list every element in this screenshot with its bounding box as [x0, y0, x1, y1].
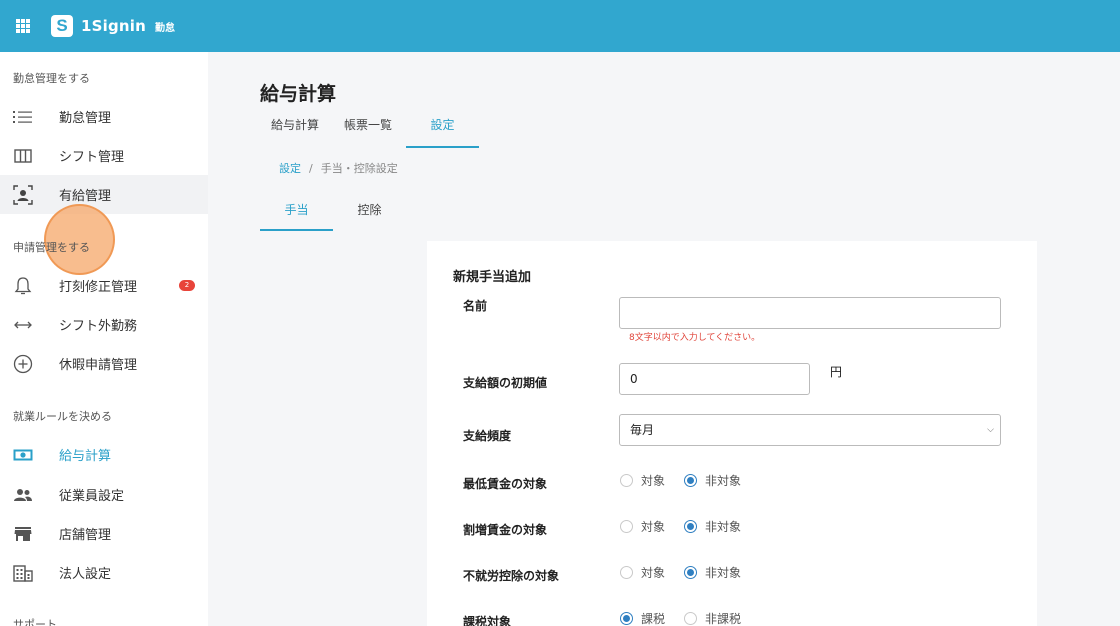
radio-circle — [620, 474, 633, 487]
top-bar: S 1Signin 勤怠 — [0, 0, 1120, 52]
name-label: 名前 — [463, 299, 488, 313]
premium-non-target-radio[interactable]: 非対象 — [684, 518, 741, 535]
sidebar-item-attendance[interactable]: 勤怠管理 — [0, 97, 208, 136]
sidebar-item-payroll[interactable]: 給与計算 — [0, 435, 208, 474]
store-icon — [12, 523, 34, 545]
absence-non-target-radio[interactable]: 非対象 — [684, 564, 741, 581]
sidebar-item-label: 休暇申請管理 — [59, 358, 138, 373]
premium-target-radio[interactable]: 対象 — [620, 518, 665, 535]
building-icon — [12, 562, 34, 584]
frequency-label: 支給頻度 — [463, 429, 512, 443]
radio-circle — [620, 612, 633, 625]
premium-wage-label: 割増賃金の対象 — [463, 523, 548, 537]
amount-label: 支給額の初期値 — [463, 376, 548, 390]
min-wage-target-radio[interactable]: 対象 — [620, 472, 665, 489]
radio-circle — [620, 566, 633, 579]
taxable-label: 課税対象 — [463, 615, 512, 626]
min-wage-non-target-radio[interactable]: 非対象 — [684, 472, 741, 489]
radio-circle — [684, 566, 697, 579]
radio-label: 対象 — [641, 474, 666, 488]
radio-label: 非対象 — [705, 474, 742, 488]
frequency-select-value: 毎月 — [630, 423, 655, 437]
page-title: 給与計算 — [260, 83, 337, 105]
breadcrumb: 設定 / 手当・控除設定 — [279, 160, 398, 176]
non-taxable-radio[interactable]: 非課税 — [684, 610, 741, 626]
grid-icon[interactable] — [16, 19, 30, 33]
name-error-text: 8文字以内で入力してください。 — [629, 333, 761, 343]
radio-circle — [684, 474, 697, 487]
sidebar-section-attendance: 勤怠管理をする — [13, 72, 90, 85]
app-subtitle: 勤怠 — [155, 22, 176, 34]
sidebar-item-label: 店舗管理 — [59, 528, 112, 543]
sidebar-item-company[interactable]: 法人設定 — [0, 553, 208, 592]
absence-deduction-label: 不就労控除の対象 — [463, 569, 560, 583]
form-title: 新規手当追加 — [453, 270, 532, 285]
sidebar-item-label: シフト外勤務 — [59, 319, 138, 334]
sidebar-item-label: 給与計算 — [59, 449, 112, 464]
sidebar-item-paid-leave-label-row: 有給管理 — [0, 175, 208, 214]
sidebar-item-punch-correction[interactable]: 打刻修正管理 2 — [0, 266, 208, 305]
radio-label: 課税 — [641, 612, 666, 626]
sidebar-item-employees[interactable]: 従業員設定 — [0, 475, 208, 514]
sidebar-item-label: 従業員設定 — [59, 489, 125, 504]
sidebar-item-label: 打刻修正管理 — [59, 280, 138, 295]
sidebar-item-stores[interactable]: 店舗管理 — [0, 514, 208, 553]
breadcrumb-settings-link[interactable]: 設定 — [279, 162, 301, 175]
logo-mark: S — [51, 15, 73, 37]
absence-target-radio[interactable]: 対象 — [620, 564, 665, 581]
radio-label: 対象 — [641, 566, 666, 580]
money-icon — [12, 444, 34, 466]
radio-circle — [684, 612, 697, 625]
left-right-arrow-icon — [12, 314, 34, 336]
radio-circle — [620, 520, 633, 533]
breadcrumb-separator: / — [309, 162, 313, 175]
amount-input[interactable] — [619, 363, 810, 395]
subtab-allowance[interactable]: 手当 — [260, 202, 333, 231]
tab-settings[interactable]: 設定 — [406, 114, 479, 148]
sidebar-item-label: 法人設定 — [59, 567, 112, 582]
sidebar-section-rules: 就業ルールを決める — [13, 410, 112, 423]
name-input[interactable] — [619, 297, 1001, 329]
app-logo[interactable]: S 1Signin 勤怠 — [51, 15, 175, 37]
chevron-down-icon: ⌵ — [987, 425, 994, 435]
amount-unit: 円 — [830, 365, 843, 379]
notification-badge: 2 — [179, 280, 195, 291]
radio-label: 非対象 — [705, 520, 742, 534]
sidebar-item-label: 有給管理 — [59, 189, 112, 204]
frequency-select[interactable]: 毎月 ⌵ — [619, 414, 1001, 446]
columns-icon — [12, 145, 34, 167]
app-name: 1Signin — [81, 17, 147, 35]
radio-label: 対象 — [641, 520, 666, 534]
plus-circle-icon — [12, 353, 34, 375]
sidebar-item-shift[interactable]: シフト管理 — [0, 136, 208, 175]
sidebar-item-off-shift-work[interactable]: シフト外勤務 — [0, 305, 208, 344]
sidebar-section-requests: 申請管理をする — [13, 241, 90, 254]
sidebar-item-label: 勤怠管理 — [59, 111, 112, 126]
radio-label: 非対象 — [705, 566, 742, 580]
sidebar-item-leave-requests[interactable]: 休暇申請管理 — [0, 344, 208, 383]
breadcrumb-current: 手当・控除設定 — [320, 162, 398, 175]
tab-payroll[interactable]: 給与計算 — [260, 114, 330, 148]
subtab-deduction[interactable]: 控除 — [333, 202, 406, 231]
list-icon — [12, 106, 34, 128]
sidebar: 勤怠管理をする 勤怠管理 シフト管理 有給管理 申請管理をする 打刻修正管理 2… — [0, 52, 208, 626]
allowance-form-card: 新規手当追加 名前 8文字以内で入力してください。 支給額の初期値 円 支給頻度… — [427, 241, 1037, 626]
taxable-radio[interactable]: 課税 — [620, 610, 665, 626]
radio-label: 非課税 — [705, 612, 742, 626]
people-icon — [12, 484, 34, 506]
tab-reports[interactable]: 帳票一覧 — [330, 114, 406, 148]
bell-icon — [12, 275, 34, 297]
sidebar-section-support: サポート — [13, 618, 57, 626]
min-wage-label: 最低賃金の対象 — [463, 477, 548, 491]
sidebar-item-label: シフト管理 — [59, 150, 125, 165]
radio-circle — [684, 520, 697, 533]
main-content: 給与計算 給与計算 帳票一覧 設定 設定 / 手当・控除設定 手当 控除 新規手当追… — [208, 52, 1120, 626]
